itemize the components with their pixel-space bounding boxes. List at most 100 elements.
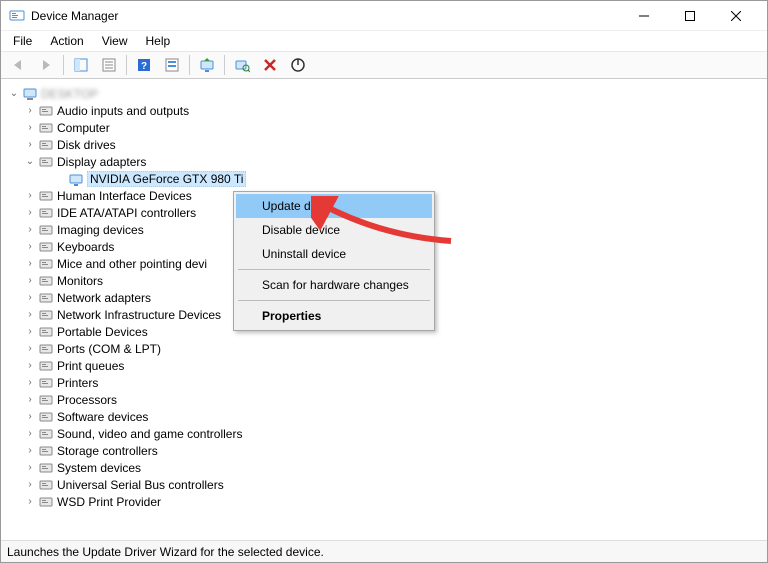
show-hide-console-tree-button[interactable] xyxy=(68,54,94,76)
tree-item[interactable]: › System devices xyxy=(5,459,763,476)
titlebar: Device Manager xyxy=(1,1,767,31)
menu-update-driver[interactable]: Update driver xyxy=(236,194,432,218)
tree-item-label: Network adapters xyxy=(57,291,151,305)
tree-item-label: IDE ATA/ATAPI controllers xyxy=(57,206,196,220)
tree-item[interactable]: › Processors xyxy=(5,391,763,408)
expand-icon[interactable]: › xyxy=(23,122,37,133)
tree-item-label: Network Infrastructure Devices xyxy=(57,308,221,322)
device-category-icon xyxy=(38,358,54,374)
toolbar: ? xyxy=(1,51,767,79)
menu-uninstall-device[interactable]: Uninstall device xyxy=(236,242,432,266)
menu-label: Scan for hardware changes xyxy=(262,278,409,292)
tree-item-label: Monitors xyxy=(57,274,103,288)
expand-icon[interactable]: › xyxy=(23,462,37,473)
close-button[interactable] xyxy=(713,1,759,31)
minimize-button[interactable] xyxy=(621,1,667,31)
tree-item[interactable]: ›Software devices xyxy=(5,408,763,425)
device-category-icon xyxy=(38,239,54,255)
tree-item-label: Keyboards xyxy=(57,240,114,254)
display-adapter-icon xyxy=(68,171,84,187)
device-category-icon xyxy=(38,290,54,306)
window-controls xyxy=(621,1,759,31)
tree-item-label: Computer xyxy=(57,121,110,135)
expand-icon[interactable]: ⌄ xyxy=(23,156,37,167)
tree-item[interactable]: ›WSD Print Provider xyxy=(5,493,763,510)
tree-item-label: Portable Devices xyxy=(57,325,148,339)
scan-hardware-button[interactable] xyxy=(229,54,255,76)
expand-icon[interactable]: › xyxy=(23,411,37,422)
tree-item-label: Processors xyxy=(57,393,117,407)
tree-item-label: Universal Serial Bus controllers xyxy=(57,478,224,492)
tree-item[interactable]: › Audio inputs and outputs xyxy=(5,102,763,119)
device-category-icon xyxy=(38,477,54,493)
device-category-icon xyxy=(38,307,54,323)
menu-scan-hardware[interactable]: Scan for hardware changes xyxy=(236,273,432,297)
expand-icon[interactable]: › xyxy=(23,258,37,269)
expand-icon[interactable]: › xyxy=(23,428,37,439)
tree-item[interactable]: › Print queues xyxy=(5,357,763,374)
device-category-icon xyxy=(38,375,54,391)
device-category-icon xyxy=(38,256,54,272)
device-category-icon xyxy=(38,103,54,119)
expand-icon[interactable]: › xyxy=(23,139,37,150)
menu-view[interactable]: View xyxy=(94,32,136,50)
expand-icon[interactable]: › xyxy=(23,190,37,201)
expand-icon[interactable]: › xyxy=(23,377,37,388)
uninstall-device-button[interactable] xyxy=(257,54,283,76)
tree-item-label: Audio inputs and outputs xyxy=(57,104,189,118)
expand-icon[interactable]: › xyxy=(23,326,37,337)
menu-label: Update driver xyxy=(262,199,334,213)
expand-icon[interactable]: › xyxy=(23,241,37,252)
device-category-icon xyxy=(38,120,54,136)
back-button[interactable] xyxy=(5,54,31,76)
expand-icon[interactable]: › xyxy=(23,207,37,218)
tree-item[interactable]: ›Disk drives xyxy=(5,136,763,153)
tree-item-label: Imaging devices xyxy=(57,223,144,237)
tree-item-label: System devices xyxy=(57,461,141,475)
expand-icon[interactable]: › xyxy=(23,309,37,320)
tree-item[interactable]: ›Printers xyxy=(5,374,763,391)
expand-icon[interactable]: › xyxy=(23,360,37,371)
properties-button[interactable] xyxy=(96,54,122,76)
tree-item[interactable]: ⌄ Display adapters xyxy=(5,153,763,170)
device-category-icon xyxy=(38,222,54,238)
menu-help[interactable]: Help xyxy=(138,32,179,50)
disable-device-button[interactable] xyxy=(285,54,311,76)
tree-item-label: Storage controllers xyxy=(57,444,158,458)
tree-item[interactable]: ›Ports (COM & LPT) xyxy=(5,340,763,357)
expand-icon[interactable]: › xyxy=(23,292,37,303)
menu-properties[interactable]: Properties xyxy=(236,304,432,328)
device-category-icon xyxy=(38,273,54,289)
expand-icon[interactable]: › xyxy=(23,445,37,456)
root-label: DESKTOP xyxy=(41,87,98,101)
menu-disable-device[interactable]: Disable device xyxy=(236,218,432,242)
tree-item-label: Sound, video and game controllers xyxy=(57,427,242,441)
tree-root[interactable]: ⌄ DESKTOP xyxy=(5,85,763,102)
menu-label: Uninstall device xyxy=(262,247,346,261)
expand-icon[interactable]: › xyxy=(23,275,37,286)
expand-icon[interactable]: › xyxy=(23,343,37,354)
expand-icon[interactable]: › xyxy=(23,224,37,235)
menu-file[interactable]: File xyxy=(5,32,40,50)
toolbar-separator xyxy=(224,55,225,75)
tree-item-label: Display adapters xyxy=(57,155,146,169)
tree-item-label: Human Interface Devices xyxy=(57,189,192,203)
menu-action[interactable]: Action xyxy=(42,32,91,50)
help-button[interactable]: ? xyxy=(131,54,157,76)
toolbar-separator xyxy=(126,55,127,75)
tree-item[interactable]: › Sound, video and game controllers xyxy=(5,425,763,442)
forward-button[interactable] xyxy=(33,54,59,76)
tree-item[interactable]: › Computer xyxy=(5,119,763,136)
expand-icon[interactable]: › xyxy=(23,496,37,507)
collapse-icon[interactable]: ⌄ xyxy=(7,88,21,99)
tree-item-label: Print queues xyxy=(57,359,124,373)
expand-icon[interactable]: › xyxy=(23,105,37,116)
tree-item[interactable]: › Universal Serial Bus controllers xyxy=(5,476,763,493)
tree-item-child[interactable]: NVIDIA GeForce GTX 980 Ti xyxy=(5,170,763,187)
update-driver-button[interactable] xyxy=(194,54,220,76)
export-list-button[interactable] xyxy=(159,54,185,76)
tree-item[interactable]: › Storage controllers xyxy=(5,442,763,459)
expand-icon[interactable]: › xyxy=(23,479,37,490)
maximize-button[interactable] xyxy=(667,1,713,31)
expand-icon[interactable]: › xyxy=(23,394,37,405)
